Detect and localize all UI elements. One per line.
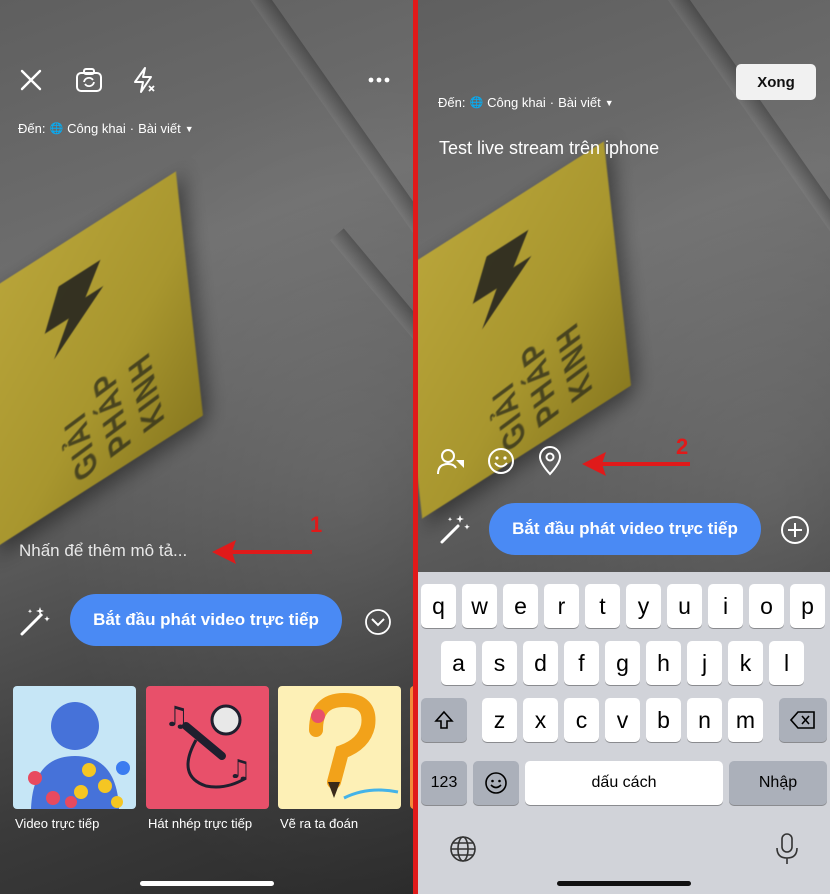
key-i[interactable]: i	[708, 584, 743, 628]
globe-icon: 🌐	[469, 97, 484, 109]
audience-selector[interactable]: Đến: 🌐 Công khai · Bài viết ▼	[438, 95, 614, 110]
effect-label: Vẽ ra ta đoán	[280, 816, 359, 831]
svg-text:♫: ♫	[228, 755, 251, 785]
start-live-button[interactable]: Bắt đầu phát video trực tiếp	[70, 594, 342, 646]
question-pencil-illustration	[309, 692, 399, 800]
home-indicator	[140, 881, 274, 886]
key-j[interactable]: j	[687, 641, 722, 685]
audience-selector[interactable]: Đến: 🌐 Công khai · Bài viết ▼	[18, 121, 194, 136]
key-s[interactable]: s	[482, 641, 517, 685]
audience-target: Bài viết	[558, 95, 601, 110]
flash-off-icon[interactable]	[128, 64, 160, 96]
shift-icon	[434, 710, 454, 729]
dropdown-arrow-icon: ▼	[184, 123, 194, 134]
flip-camera-icon[interactable]	[73, 64, 105, 96]
keyboard: 123 dấu cách Nhập qwertyuiop asdfghjkl zxc…	[418, 572, 830, 894]
globe-icon: 🌐	[49, 123, 64, 135]
key-e[interactable]: e	[503, 584, 538, 628]
description-input[interactable]: Test live stream trên iphone	[439, 138, 659, 159]
key-b[interactable]: b	[646, 698, 681, 742]
microphone-illustration: ♫ ♫	[164, 700, 251, 789]
annotation-number: 2	[676, 434, 689, 459]
return-key[interactable]: Nhập	[729, 761, 827, 805]
dropdown-arrow-icon: ▼	[604, 97, 614, 108]
key-w[interactable]: w	[462, 584, 497, 628]
shift-key[interactable]	[421, 698, 467, 742]
chevron-down-icon[interactable]	[364, 608, 392, 636]
svg-text:♫: ♫	[164, 700, 189, 733]
key-l[interactable]: l	[769, 641, 804, 685]
globe-icon[interactable]	[448, 834, 478, 864]
audience-target: Bài viết	[138, 121, 181, 136]
key-r[interactable]: r	[544, 584, 579, 628]
key-m[interactable]: m	[728, 698, 763, 742]
key-p[interactable]: p	[790, 584, 825, 628]
annotation-number: 1	[310, 512, 323, 537]
effects-carousel[interactable]: ♫ ♫ Video trực tiếp Hát nhép trực tiếp V…	[0, 686, 414, 836]
key-y[interactable]: y	[626, 584, 661, 628]
live-video-illustration	[28, 702, 130, 809]
tag-people-icon[interactable]	[436, 446, 466, 476]
key-g[interactable]: g	[605, 641, 640, 685]
annotation-arrow	[212, 540, 312, 564]
effect-live-video[interactable]	[13, 686, 136, 809]
key-d[interactable]: d	[523, 641, 558, 685]
key-u[interactable]: u	[667, 584, 702, 628]
magic-wand-icon[interactable]	[18, 604, 52, 638]
audience-prefix: Đến:	[438, 95, 466, 110]
effect-draw-guess[interactable]	[278, 686, 401, 809]
key-v[interactable]: v	[605, 698, 640, 742]
effect-lip-sync[interactable]: ♫ ♫	[146, 686, 269, 809]
key-k[interactable]: k	[728, 641, 763, 685]
add-plus-icon[interactable]	[780, 515, 810, 545]
audience-separator: ·	[129, 121, 135, 136]
left-camera-screen: GIẢI PHÁP KINH Đến: 🌐 Công khai · Bài vi…	[0, 0, 414, 894]
emoji-icon	[485, 772, 507, 794]
done-button[interactable]: Xong	[736, 64, 816, 100]
backspace-key[interactable]	[779, 698, 827, 742]
audience-separator: ·	[549, 95, 555, 110]
numbers-key[interactable]: 123	[421, 761, 467, 805]
audience-prefix: Đến:	[18, 121, 46, 136]
description-input[interactable]: Nhấn để thêm mô tả...	[19, 541, 187, 561]
emoji-key[interactable]	[473, 761, 519, 805]
key-q[interactable]: q	[421, 584, 456, 628]
space-key[interactable]: dấu cách	[525, 761, 723, 805]
feeling-emoji-icon[interactable]	[486, 446, 516, 476]
close-icon[interactable]	[17, 66, 45, 94]
backspace-icon	[790, 711, 815, 729]
key-a[interactable]: a	[441, 641, 476, 685]
key-n[interactable]: n	[687, 698, 722, 742]
key-c[interactable]: c	[564, 698, 599, 742]
key-f[interactable]: f	[564, 641, 599, 685]
effect-label: Video trực tiếp	[15, 816, 100, 831]
effect-label: Hát nhép trực tiếp	[148, 816, 253, 831]
more-options-icon[interactable]	[364, 66, 394, 94]
key-o[interactable]: o	[749, 584, 784, 628]
magic-wand-icon[interactable]	[438, 512, 472, 546]
right-compose-screen: GIẢI PHÁP KINH Xong Đến: 🌐 Công khai · B…	[418, 0, 830, 894]
audience-privacy: Công khai	[67, 121, 126, 136]
microphone-icon[interactable]	[772, 832, 802, 866]
key-h[interactable]: h	[646, 641, 681, 685]
location-pin-icon[interactable]	[535, 446, 565, 476]
key-z[interactable]: z	[482, 698, 517, 742]
home-indicator	[557, 881, 691, 886]
key-t[interactable]: t	[585, 584, 620, 628]
audience-privacy: Công khai	[487, 95, 546, 110]
key-x[interactable]: x	[523, 698, 558, 742]
start-live-button[interactable]: Bắt đầu phát video trực tiếp	[489, 503, 761, 555]
